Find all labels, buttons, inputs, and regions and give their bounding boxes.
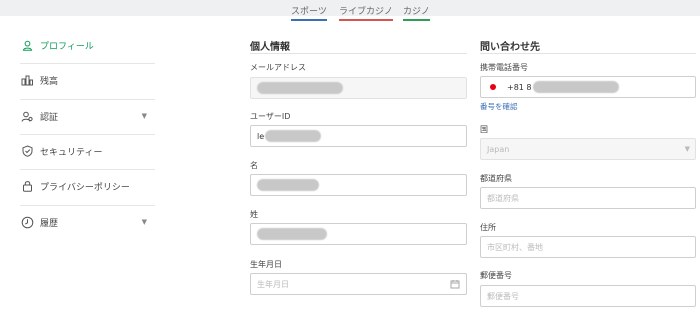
tab-label: ライブカジノ bbox=[339, 7, 393, 17]
clock-icon bbox=[20, 216, 34, 229]
first-name-label: 名 bbox=[250, 161, 258, 170]
postal-placeholder: 郵便番号 bbox=[487, 291, 519, 301]
sidebar-item-label: 残高 bbox=[40, 76, 59, 87]
sidebar-item-label: セキュリティー bbox=[40, 147, 103, 158]
sidebar-item-privacy[interactable]: プライバシーポリシー bbox=[20, 169, 155, 203]
redacted-value bbox=[265, 130, 322, 142]
tab-sports[interactable]: スポーツ bbox=[291, 4, 327, 21]
balance-icon bbox=[20, 75, 34, 86]
section-title: 個人情報 bbox=[250, 42, 290, 53]
redacted-value bbox=[532, 81, 619, 93]
sidebar-item-security[interactable]: セキュリティー bbox=[20, 134, 155, 168]
postal-label: 郵便番号 bbox=[480, 271, 512, 280]
country-label: 国 bbox=[480, 125, 488, 134]
sidebar-item-balance[interactable]: 残高 bbox=[20, 63, 155, 97]
address-placeholder: 市区町村、番地 bbox=[487, 242, 543, 252]
sidebar-item-label: 履歴 bbox=[40, 218, 59, 229]
sidebar-item-label: プロフィール bbox=[40, 41, 94, 52]
verify-icon bbox=[20, 111, 34, 122]
birthdate-label: 生年月日 bbox=[250, 260, 282, 269]
postal-field[interactable]: 郵便番号 bbox=[480, 285, 696, 307]
tab-underline bbox=[403, 19, 430, 21]
sidebar-item-label: 認証 bbox=[40, 112, 59, 123]
redacted-value bbox=[257, 228, 327, 240]
redacted-value bbox=[257, 179, 319, 191]
tab-casino[interactable]: カジノ bbox=[403, 4, 430, 21]
tab-label: スポーツ bbox=[291, 7, 327, 17]
birthdate-placeholder: 生年月日 bbox=[257, 279, 289, 289]
user-icon bbox=[20, 40, 34, 51]
top-bar: スポーツ ライブカジノ カジノ bbox=[0, 0, 700, 21]
phone-field[interactable]: +81 8 bbox=[480, 76, 696, 98]
prefecture-field[interactable]: 都道府県 bbox=[480, 187, 696, 209]
prefecture-label: 都道府県 bbox=[480, 174, 512, 183]
section-title: 問い合わせ先 bbox=[480, 42, 540, 53]
phone-label: 携帯電話番号 bbox=[480, 63, 528, 72]
country-value: Japan bbox=[487, 144, 510, 154]
chevron-down-icon: ▼ bbox=[141, 218, 147, 226]
phone-prefix: +81 8 bbox=[507, 82, 532, 92]
address-label: 住所 bbox=[480, 223, 496, 232]
shield-icon bbox=[20, 145, 34, 157]
divider bbox=[250, 53, 467, 54]
country-select[interactable]: Japan ▼ bbox=[480, 138, 696, 160]
chevron-down-icon: ▼ bbox=[141, 112, 147, 120]
redacted-value bbox=[257, 82, 343, 94]
first-name-field[interactable] bbox=[250, 174, 467, 196]
calendar-icon bbox=[450, 279, 460, 291]
email-label: メールアドレス bbox=[250, 63, 306, 72]
divider bbox=[480, 53, 696, 54]
userid-label: ユーザーID bbox=[250, 112, 291, 121]
tab-underline bbox=[339, 19, 393, 21]
birthdate-field[interactable]: 生年月日 bbox=[250, 273, 467, 295]
sidebar-item-history[interactable]: 履歴 ▼ bbox=[20, 205, 155, 239]
last-name-label: 姓 bbox=[250, 210, 258, 219]
tab-underline bbox=[291, 19, 327, 21]
lock-icon bbox=[20, 180, 34, 192]
japan-flag-icon bbox=[489, 83, 497, 91]
sidebar-item-label: プライバシーポリシー bbox=[40, 182, 130, 193]
prefecture-placeholder: 都道府県 bbox=[487, 193, 519, 203]
email-field[interactable] bbox=[250, 77, 467, 99]
verify-number-link[interactable]: 番号を確認 bbox=[480, 101, 518, 112]
tab-live-casino[interactable]: ライブカジノ bbox=[339, 4, 393, 21]
sidebar-item-profile[interactable]: プロフィール bbox=[20, 28, 155, 62]
tab-label: カジノ bbox=[403, 7, 430, 17]
userid-prefix: le bbox=[257, 131, 265, 141]
last-name-field[interactable] bbox=[250, 223, 467, 245]
userid-field[interactable]: le bbox=[250, 125, 467, 147]
chevron-down-icon: ▼ bbox=[684, 145, 690, 153]
address-field[interactable]: 市区町村、番地 bbox=[480, 236, 696, 258]
sidebar-item-verification[interactable]: 認証 ▼ bbox=[20, 99, 155, 133]
